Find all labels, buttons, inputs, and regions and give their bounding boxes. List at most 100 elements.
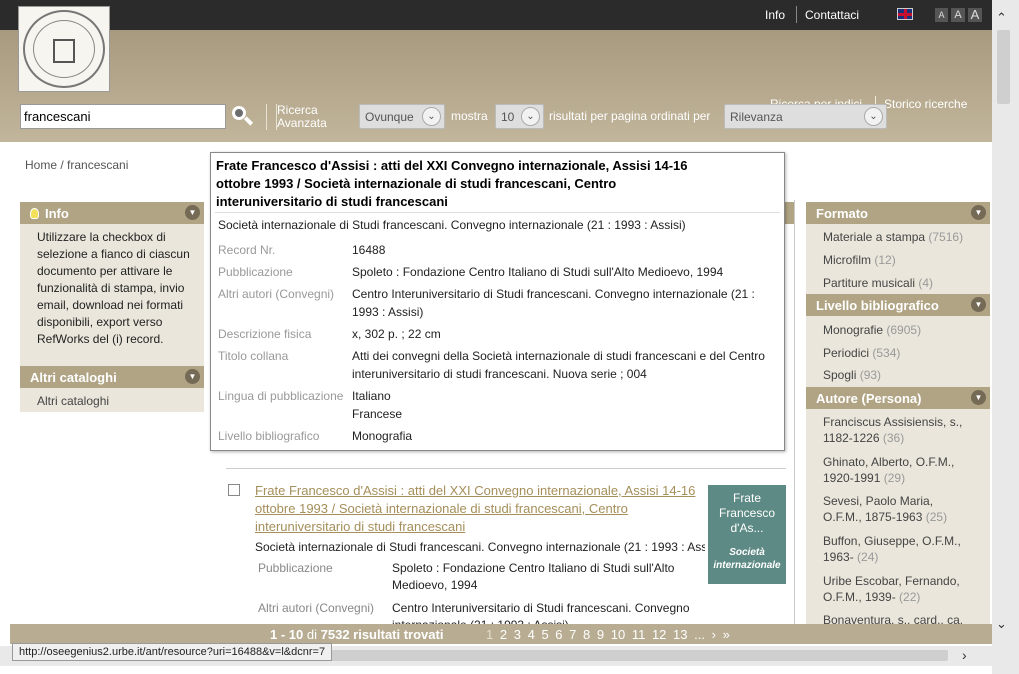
field-label: Pubblicazione [258,561,333,575]
field-value: Italiano [352,389,391,403]
field-value: Atti dei convegni della Società internaz… [352,349,765,381]
facet-item[interactable]: Franciscus Assisiensis, s., 1182-1226 (36… [823,414,962,446]
search-input[interactable] [20,104,226,129]
divider [794,200,795,624]
sort-value: Rilevanza [730,110,783,124]
collapse-icon[interactable]: ▼ [971,205,986,220]
page-link[interactable]: 7 [569,627,576,642]
divider [215,212,780,213]
field-value: Spoleto : Fondazione Centro Italiano di … [392,561,675,592]
record-preview-popup: Frate Francesco d'Assisi : atti del XXI … [210,152,785,451]
collapse-icon[interactable]: ▼ [185,205,200,220]
field-value: 16488 [352,243,386,257]
level-facet-title: Livello bibliografico [816,298,939,313]
breadcrumb-current[interactable]: francescani [67,158,128,172]
author-facet-header[interactable]: Autore (Persona) ▼ [806,387,990,409]
font-medium-button[interactable]: A [951,8,965,22]
info-panel-text: Utilizzare la checkbox di selezione a fi… [37,230,190,346]
breadcrumb-home[interactable]: Home / [25,158,64,172]
info-panel-header[interactable]: Info ▼ [20,202,204,224]
facet-item[interactable]: Buffon, Giuseppe, O.F.M., 1963- (24) [823,533,961,565]
page-link[interactable]: 9 [597,627,604,642]
page-link[interactable]: 2 [500,627,507,642]
results-count: 1 - 10 di 7532 risultati trovati [270,627,444,642]
page-ellipsis: ... [694,627,705,642]
info-panel-title: Info [45,206,69,221]
divider [796,6,797,23]
catalogs-panel-header[interactable]: Altri cataloghi ▼ [20,366,204,388]
result-title-link[interactable]: Frate Francesco d'Assisi : atti del XXI … [255,482,700,536]
collapse-icon[interactable]: ▼ [185,369,200,384]
facet-item[interactable]: Partiture musicali (4) [823,275,933,291]
result-author: Società internazionale di Studi francesc… [255,540,705,554]
scroll-thumb[interactable] [997,30,1010,104]
book-cover-thumbnail[interactable]: Frate Francesco d'As... Società internaz… [708,485,786,584]
page-link[interactable]: 10 [611,627,625,642]
lightbulb-icon [30,208,39,219]
scroll-down-icon[interactable]: ⌄ [996,616,1007,632]
field-label: Descrizione fisica [218,327,312,341]
font-large-button[interactable]: A [968,8,982,22]
next-page-icon[interactable]: › [712,627,716,642]
facet-item[interactable]: Spogli (93) [823,367,881,383]
catalogs-panel-title: Altri cataloghi [30,370,117,385]
field-label: Altri autori (Convegni) [258,601,375,615]
format-facet-title: Formato [816,206,868,221]
scroll-right-icon[interactable]: › [962,647,967,663]
sort-select[interactable]: Rilevanza ⌄ [724,104,887,129]
contact-link[interactable]: Contattaci [805,8,859,22]
last-page-icon[interactable]: » [723,627,730,642]
facet-item[interactable]: Ghinato, Alberto, O.F.M., 1920-1991 (29) [823,454,954,486]
other-catalogs-link[interactable]: Altri cataloghi [37,394,109,408]
english-flag-icon[interactable] [897,8,913,20]
scope-value: Ovunque [365,110,414,124]
per-page-select[interactable]: 10 ⌄ [495,104,544,129]
page-link[interactable]: 8 [583,627,590,642]
facet-item[interactable]: Periodici (534) [823,345,900,361]
scope-select[interactable]: Ovunque ⌄ [359,104,445,129]
page-link[interactable]: 13 [673,627,687,642]
field-value: x, 302 p. ; 22 cm [352,327,441,341]
search-icon[interactable] [230,104,254,128]
page-link[interactable]: 3 [514,627,521,642]
divider [266,104,267,130]
vertical-scrollbar[interactable]: ⌃ ⌄ [992,0,1019,674]
font-small-button[interactable]: A [935,8,948,22]
pagination-bar: 1 - 10 di 7532 risultati trovati 1 2 3 4… [10,624,992,644]
field-label: Record Nr. [218,243,276,257]
page-link[interactable]: 5 [541,627,548,642]
info-link[interactable]: Info [765,8,785,22]
facet-item[interactable]: Uribe Escobar, Fernando, O.F.M., 1939- (2… [823,573,960,605]
search-history-link[interactable]: Storico ricerche [884,97,967,111]
field-label: Titolo collana [218,349,289,363]
facet-item[interactable]: Materiale a stampa (7516) [823,229,963,245]
results-per-page-label: risultati per pagina ordinati per [549,109,711,123]
select-checkbox[interactable] [228,484,240,496]
page-link-current: 1 [486,627,494,642]
popup-title: Frate Francesco d'Assisi : atti del XXI … [216,158,688,209]
popup-author: Società internazionale di Studi francesc… [218,218,686,232]
field-label: Altri autori (Convegni) [218,287,335,301]
show-label: mostra [451,109,488,123]
facet-item[interactable]: Monografie (6905) [823,322,921,338]
page-link[interactable]: 12 [652,627,666,642]
facet-item[interactable]: Microfilm (12) [823,252,896,268]
advanced-search-link[interactable]: Ricerca Avanzata [276,104,336,130]
divider [226,468,786,469]
page-link[interactable]: 11 [632,627,646,642]
format-facet-header[interactable]: Formato ▼ [806,202,990,224]
field-value: Centro Interuniversitario di Studi franc… [352,287,755,319]
page-link[interactable]: 6 [555,627,562,642]
university-logo[interactable] [18,6,110,92]
cover-title: Frate Francesco d'As... [718,491,776,535]
page-link[interactable]: 4 [528,627,535,642]
level-facet-header[interactable]: Livello bibliografico ▼ [806,294,990,316]
collapse-icon[interactable]: ▼ [971,390,986,405]
facet-item[interactable]: Sevesi, Paolo Maria, O.F.M., 1875-1963 (2… [823,493,947,525]
facet-item[interactable]: Bonaventura, s., card., ca. [823,612,963,624]
scroll-up-icon[interactable]: ⌃ [996,10,1007,26]
logo-book-icon [53,39,75,63]
field-value: Francese [352,407,403,421]
collapse-icon[interactable]: ▼ [971,297,986,312]
status-bar-url: http://oseegenius2.urbe.it/ant/resource?… [12,643,333,661]
